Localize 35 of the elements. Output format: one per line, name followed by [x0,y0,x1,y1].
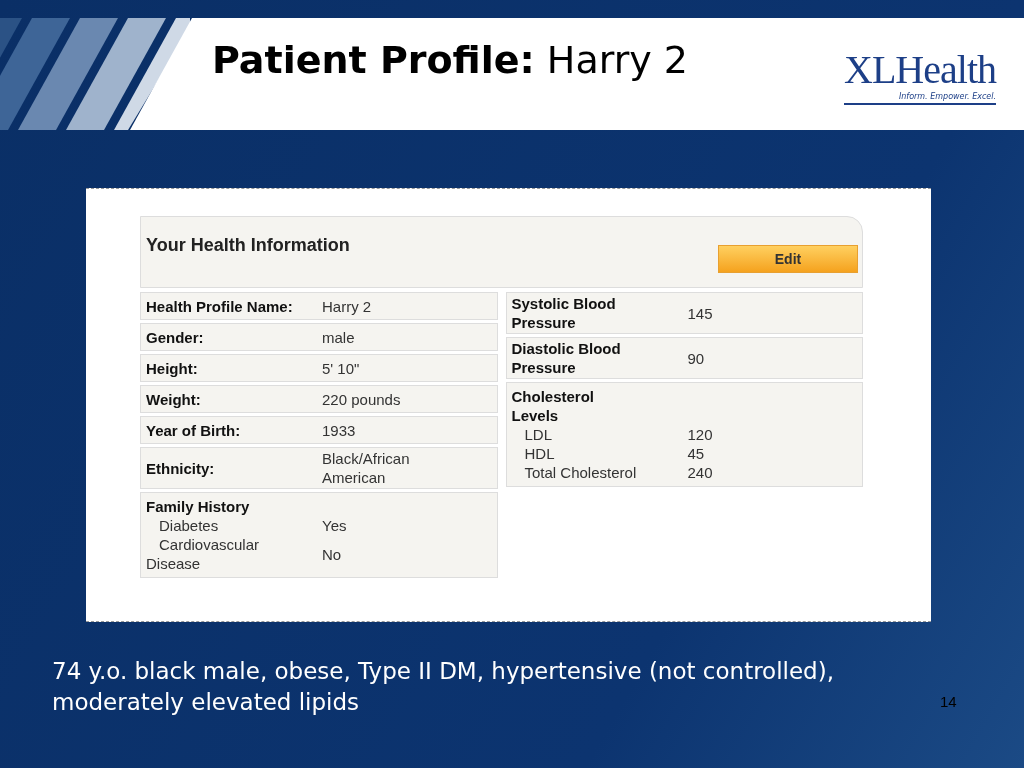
field-label: Year of Birth: [146,420,242,440]
field-label: HDL [523,444,556,463]
field-value: 145 [687,303,714,323]
field-value: Harry 2 [322,296,373,316]
field-value: 120 [687,425,714,444]
group-label: Cholesterol Levels [511,387,595,425]
logo-tagline: Inform. Empower. Excel. [898,92,996,101]
field-label: Total Cholesterol [523,463,638,482]
field-value: 5' 10" [322,358,361,378]
field-label: Cardiovascular Disease [146,535,261,573]
logo: XLHealth [844,48,996,92]
field-value: male [322,327,356,347]
field-label: Diastolic Blood Pressure [511,339,622,377]
panel-title: Your Health Information [146,235,350,257]
field-label: Weight: [146,389,202,409]
field-label: Height: [146,358,199,378]
field-value: Yes [322,516,348,535]
field-value: No [322,544,343,564]
group-label: Family History [146,497,251,516]
field-value: 1933 [322,420,357,440]
field-label: Ethnicity: [146,458,216,478]
edit-button[interactable]: Edit [718,245,858,273]
field-value: 240 [687,463,714,482]
field-label: Diabetes [158,516,220,535]
slide-title: Patient Profile: Harry 2 [212,38,688,82]
field-value: 220 pounds [322,389,402,409]
field-value: Black/African American [322,449,411,487]
field-label: Systolic Blood Pressure [511,294,617,332]
slide-caption: 74 y.o. black male, obese, Type II DM, hypertensive (not controlled), moderately elevated lipids [52,657,835,717]
field-label: Gender: [146,327,205,347]
field-value: 45 [687,444,706,463]
field-label: LDL [523,425,554,444]
page-number: 14 [940,693,957,710]
field-value: 90 [687,348,706,368]
field-label: Health Profile Name: [146,296,294,316]
